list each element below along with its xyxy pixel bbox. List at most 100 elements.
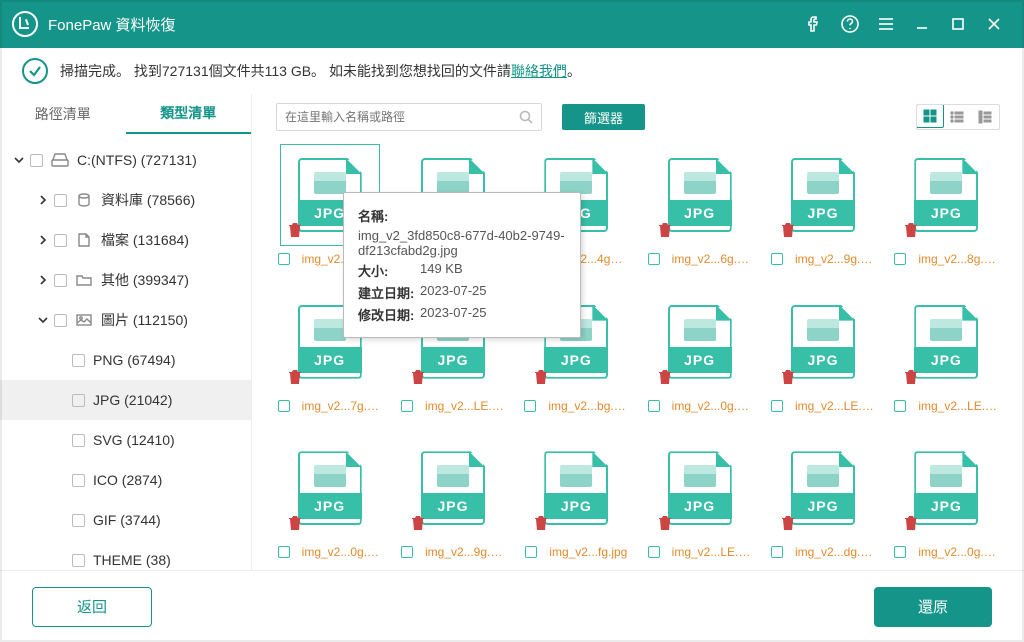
- file-name: img_v2...9g.jpg: [795, 252, 875, 266]
- checkbox[interactable]: [648, 546, 660, 558]
- checkbox[interactable]: [894, 400, 906, 412]
- file-thumb[interactable]: JPG img_v2...8g.jpg: [893, 144, 1000, 266]
- file-name: img_v2...0g.jpg: [672, 399, 752, 413]
- file-thumb[interactable]: JPG img_v2...LE.jpg: [646, 437, 753, 559]
- checkbox[interactable]: [401, 546, 413, 558]
- checkbox[interactable]: [54, 274, 67, 287]
- drive-icon: [51, 152, 69, 168]
- tab-path[interactable]: 路徑清單: [0, 94, 126, 134]
- checkbox[interactable]: [54, 314, 67, 327]
- back-button[interactable]: 返回: [32, 587, 152, 627]
- checkbox[interactable]: [894, 253, 906, 265]
- tree-root[interactable]: C:(NTFS) (727131): [0, 140, 251, 180]
- checkbox[interactable]: [54, 194, 67, 207]
- checkbox[interactable]: [72, 434, 85, 447]
- trash-icon: [532, 367, 550, 387]
- checkbox[interactable]: [524, 400, 536, 412]
- tree-png[interactable]: PNG (67494): [0, 340, 251, 380]
- tree-pic[interactable]: 圖片 (112150): [0, 300, 251, 340]
- contact-link[interactable]: 聯絡我們: [511, 61, 567, 81]
- checkbox[interactable]: [525, 546, 537, 558]
- checkbox[interactable]: [648, 253, 660, 265]
- view-mode-group: [916, 104, 1000, 130]
- chevron-down-icon: [38, 315, 52, 325]
- checkbox[interactable]: [278, 546, 290, 558]
- tree: C:(NTFS) (727131) 資料庫 (78566) 檔案 (131684…: [0, 134, 251, 570]
- tree-jpg[interactable]: JPG (21042): [0, 380, 251, 420]
- restore-button[interactable]: 還原: [874, 587, 992, 627]
- tree-label: PNG (67494): [93, 352, 175, 368]
- checkbox[interactable]: [72, 474, 85, 487]
- checkbox[interactable]: [278, 253, 290, 265]
- tree-theme[interactable]: THEME (38): [0, 540, 251, 570]
- status-hint: 如未能找到您想找回的文件請: [329, 61, 511, 81]
- file-name: img_v2...6g.jpg: [672, 252, 752, 266]
- filter-button[interactable]: 篩選器: [562, 104, 645, 130]
- file-thumb[interactable]: JPG img_v2...0g.jpg: [646, 291, 753, 413]
- checkbox[interactable]: [771, 253, 783, 265]
- tree-archive[interactable]: 檔案 (131684): [0, 220, 251, 260]
- file-thumb[interactable]: JPG img_v2...LE.jpg: [893, 291, 1000, 413]
- detail-view-button[interactable]: [971, 105, 999, 129]
- checkbox[interactable]: [278, 400, 290, 412]
- tree-label: THEME (38): [93, 552, 171, 568]
- checkbox[interactable]: [72, 554, 85, 567]
- tree-label: C:(NTFS) (727131): [77, 152, 197, 168]
- tooltip-created-label: 建立日期:: [358, 283, 420, 302]
- checkbox[interactable]: [30, 154, 43, 167]
- file-thumb[interactable]: JPG img_v2...dg.jpg: [769, 437, 876, 559]
- close-button[interactable]: [976, 6, 1012, 42]
- trash-icon: [286, 367, 304, 387]
- file-thumb[interactable]: JPG img_v2...LE.jpg: [769, 291, 876, 413]
- checkbox[interactable]: [54, 234, 67, 247]
- facebook-icon[interactable]: [796, 6, 832, 42]
- trash-icon: [286, 220, 304, 240]
- chevron-right-icon: [38, 195, 52, 205]
- file-thumb[interactable]: JPG img_v2...fg.jpg: [523, 437, 630, 559]
- checkbox[interactable]: [771, 400, 783, 412]
- file-thumb[interactable]: JPG img_v2...9g.jpg: [399, 437, 506, 559]
- tree-label: JPG (21042): [93, 392, 172, 408]
- file-thumb[interactable]: JPG img_v2...0g.jpg: [893, 437, 1000, 559]
- grid-view-button[interactable]: [916, 104, 944, 128]
- file-name: img_v2...fg.jpg: [549, 545, 627, 559]
- help-icon[interactable]: [832, 6, 868, 42]
- file-thumb[interactable]: JPG img_v2...9g.jpg: [769, 144, 876, 266]
- checkbox[interactable]: [771, 546, 783, 558]
- search-field[interactable]: [285, 110, 519, 124]
- sidebar: 路徑清單 類型清單 C:(NTFS) (727131) 資料庫 (78566) …: [0, 94, 252, 570]
- menu-icon[interactable]: [868, 6, 904, 42]
- database-icon: [75, 192, 93, 208]
- file-name: img_v2...bg.jpg: [548, 399, 628, 413]
- checkbox[interactable]: [72, 354, 85, 367]
- file-thumb[interactable]: JPG img_v2...6g.jpg: [646, 144, 753, 266]
- tab-type[interactable]: 類型清單: [126, 94, 252, 134]
- file-thumb[interactable]: JPG img_v2...0g.jpg: [276, 437, 383, 559]
- trash-icon: [656, 220, 674, 240]
- chevron-down-icon: [14, 155, 28, 165]
- status-prefix: 掃描完成。: [60, 61, 130, 81]
- tree-label: 其他 (399347): [101, 270, 189, 290]
- checkbox[interactable]: [401, 400, 413, 412]
- tree-label: 檔案 (131684): [101, 230, 189, 250]
- checkbox[interactable]: [72, 514, 85, 527]
- list-view-button[interactable]: [943, 105, 971, 129]
- maximize-button[interactable]: [940, 6, 976, 42]
- tree-label: 圖片 (112150): [101, 310, 188, 330]
- folder-icon: [75, 272, 93, 288]
- minimize-button[interactable]: [904, 6, 940, 42]
- checkbox[interactable]: [894, 546, 906, 558]
- trash-icon: [532, 513, 550, 533]
- tooltip-name-label: 名稱:: [358, 206, 420, 225]
- checkbox[interactable]: [72, 394, 85, 407]
- tree-ico[interactable]: ICO (2874): [0, 460, 251, 500]
- trash-icon: [409, 513, 427, 533]
- checkbox[interactable]: [648, 400, 660, 412]
- search-input[interactable]: [276, 103, 542, 131]
- tree-other[interactable]: 其他 (399347): [0, 260, 251, 300]
- app-title: FonePaw 資料恢復: [48, 14, 176, 35]
- file-name: img_v2...LE.jpg: [672, 545, 752, 559]
- tree-lib[interactable]: 資料庫 (78566): [0, 180, 251, 220]
- tree-gif[interactable]: GIF (3744): [0, 500, 251, 540]
- tree-svg[interactable]: SVG (12410): [0, 420, 251, 460]
